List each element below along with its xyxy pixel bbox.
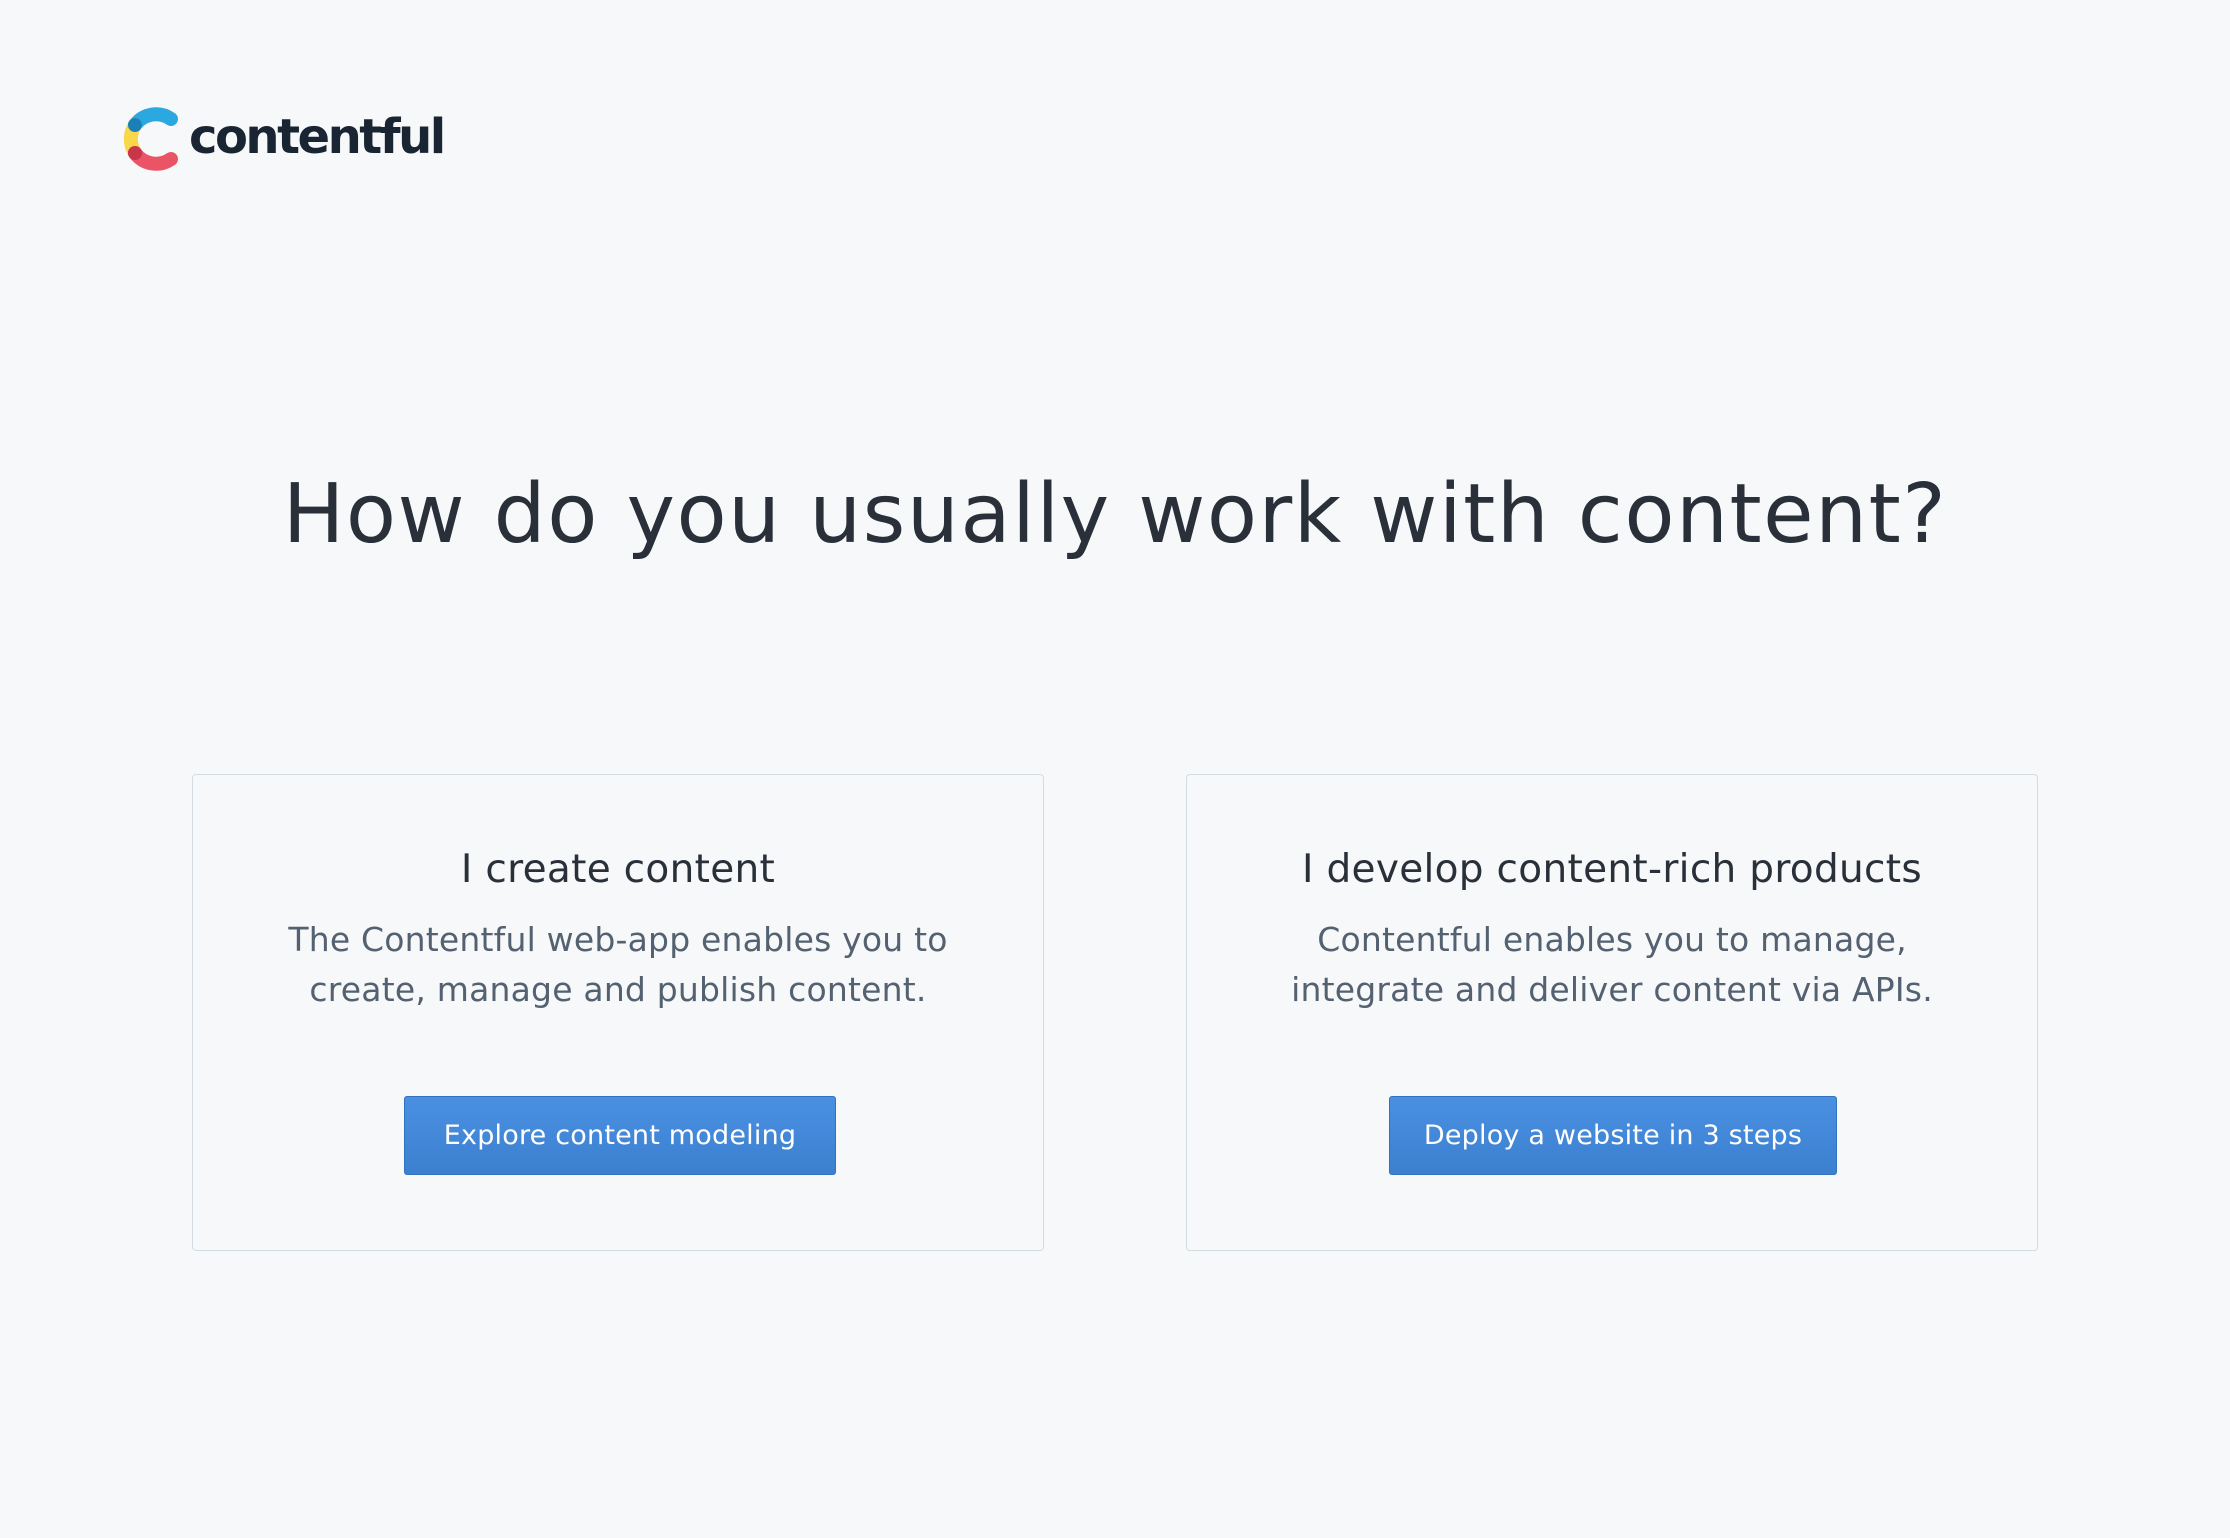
options-container: I create content The Contentful web-app … (192, 774, 2041, 1253)
page-title: How do you usually work with content? (282, 467, 1948, 562)
option-card-develop: I develop content-rich products Contentf… (1186, 774, 2038, 1251)
contentful-logo-icon[interactable] (121, 105, 185, 173)
card-description: Contentful enables you to manage, integr… (1291, 920, 1933, 1009)
card-title: I create content (460, 847, 776, 892)
explore-content-modeling-button[interactable]: Explore content modeling (404, 1096, 836, 1175)
header: contentful (121, 105, 446, 173)
deploy-website-button[interactable]: Deploy a website in 3 steps (1389, 1096, 1837, 1175)
logo-wordmark[interactable]: contentful (189, 113, 446, 161)
card-title: I develop content-rich products (1301, 847, 1922, 892)
option-card-create: I create content The Contentful web-app … (192, 774, 1044, 1251)
card-description: The Contentful web-app enables you to cr… (288, 920, 948, 1009)
